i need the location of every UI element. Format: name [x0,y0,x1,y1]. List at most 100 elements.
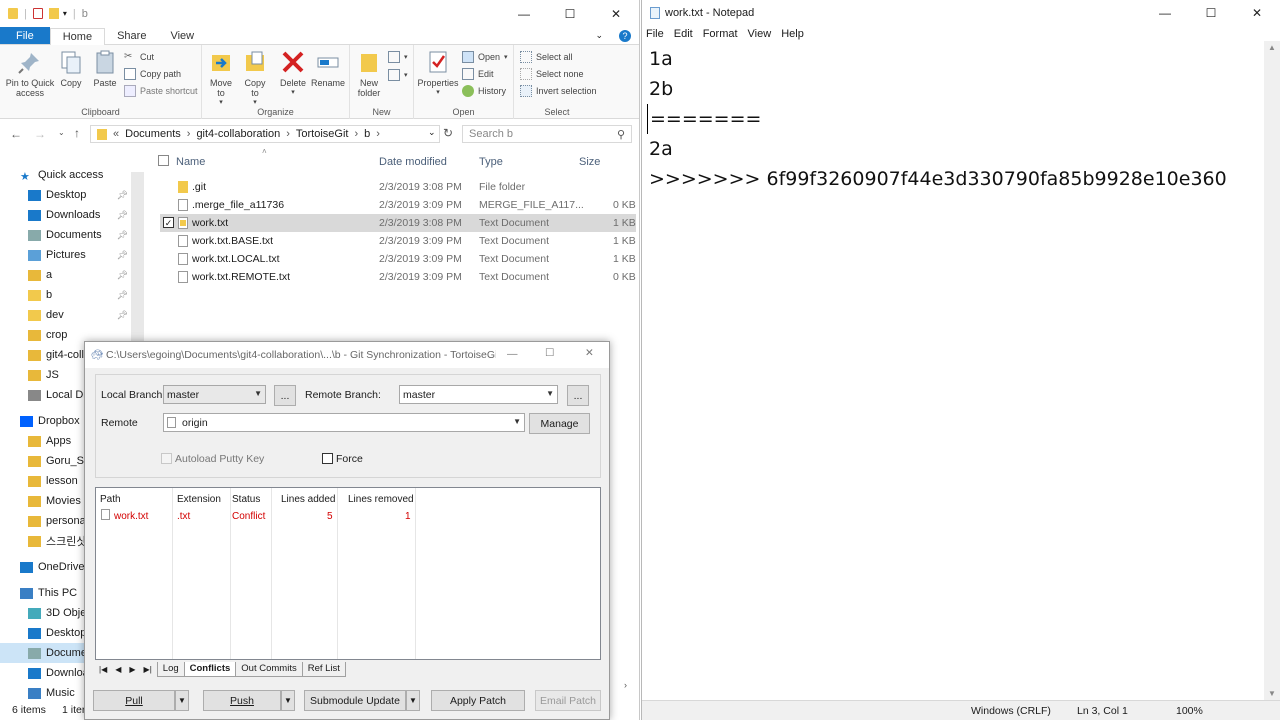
easy-access-button[interactable]: ▾ [388,69,408,81]
breadcrumb-tortoisegit[interactable]: TortoiseGit [296,128,349,140]
tab-next-icon[interactable]: ▶ [129,665,135,674]
new-folder-button[interactable]: New folder [354,49,384,98]
breadcrumb-git4-collaboration[interactable]: git4-collaboration [196,128,280,140]
nav-item[interactable]: Desktop 📌︎ [0,185,140,205]
push-dropdown-button[interactable]: ▼ [281,690,295,711]
back-button[interactable]: ← [10,127,22,141]
column-lines-removed[interactable]: Lines removed [348,494,414,505]
tab-home[interactable]: Home [49,28,106,45]
properties-icon[interactable] [32,8,43,19]
file-list-scrollbar[interactable]: › [624,680,627,690]
force-checkbox[interactable] [322,453,333,464]
nav-item[interactable]: Documents 📌︎ [0,225,140,245]
file-row[interactable]: work.txt.LOCAL.txt 2/3/2019 3:09 PM Text D… [160,250,636,268]
copy-button[interactable]: Copy [58,49,84,88]
column-date-modified[interactable]: Date modified [379,156,447,168]
close-button[interactable]: ✕ [1234,0,1280,26]
push-button[interactable]: Push [203,690,281,711]
menu-format[interactable]: Format [703,28,738,40]
help-icon[interactable]: ? [611,27,639,44]
refresh-icon[interactable]: ↻ [443,126,453,140]
properties-button[interactable]: Properties ▾ [416,49,460,98]
dialog-minimize-button[interactable]: — [507,348,518,360]
column-name[interactable]: Name [176,156,205,168]
breadcrumb-b[interactable]: b [364,128,370,140]
scroll-down-icon[interactable]: ▼ [1268,689,1276,698]
menu-help[interactable]: Help [781,28,804,40]
history-button[interactable]: History [462,85,506,97]
tab-log[interactable]: Log [156,661,185,677]
move-to-button[interactable]: Move to ▾ [206,49,236,108]
file-row[interactable]: .git 2/3/2019 3:08 PM File folder [160,178,636,196]
rename-button[interactable]: Rename [310,49,346,88]
file-row[interactable]: work.txt.BASE.txt 2/3/2019 3:09 PM Text Do… [160,232,636,250]
address-bar[interactable]: « Documents › git4-collaboration › Torto… [90,125,440,143]
manage-button[interactable]: Manage [529,413,590,434]
nav-item[interactable]: ★ Quick access [0,165,140,185]
nav-item[interactable]: a 📌︎ [0,265,140,285]
conflicts-list[interactable]: Path Extension Status Lines added Lines … [95,487,601,660]
pin-quick-access-button[interactable]: Pin to Quick access [4,49,56,98]
address-dropdown-icon[interactable]: ⌄ [428,127,436,138]
minimize-button[interactable]: — [1142,0,1188,26]
dialog-maximize-button[interactable]: ☐ [545,347,554,359]
tab-share[interactable]: Share [105,27,158,44]
minimize-button[interactable]: — [501,0,547,27]
remote-branch-browse-button[interactable]: ... [567,385,589,406]
apply-patch-button[interactable]: Apply Patch [431,690,525,711]
maximize-button[interactable]: ☐ [1188,0,1234,26]
delete-button[interactable]: Delete ▾ [278,49,308,98]
pull-dropdown-button[interactable]: ▼ [175,690,189,711]
maximize-button[interactable]: ☐ [547,0,593,27]
tab-last-icon[interactable]: ▶| [144,665,152,674]
nav-item[interactable]: Pictures 📌︎ [0,245,140,265]
local-branch-select[interactable]: master ▼ [163,385,266,404]
up-button[interactable]: ↑ [74,126,80,140]
pull-button[interactable]: Pull [93,690,175,711]
ribbon-expand-icon[interactable]: ⌄ [587,27,611,44]
paste-button[interactable]: Paste [90,49,120,88]
new-item-button[interactable]: ▾ [388,51,408,63]
close-button[interactable]: ✕ [593,0,639,27]
menu-edit[interactable]: Edit [674,28,693,40]
invert-selection-button[interactable]: Invert selection [520,85,597,97]
search-input[interactable]: Search b ⚲ [462,125,632,143]
remote-select[interactable]: origin ▼ [163,413,525,432]
nav-scrollbar[interactable] [131,172,144,342]
submodule-update-button[interactable]: Submodule Update [304,690,406,711]
forward-button[interactable]: → [34,127,46,141]
tab-file[interactable]: File [0,27,50,44]
file-row[interactable]: ✓ work.txt 2/3/2019 3:08 PM Text Document 1 … [160,214,636,232]
file-row[interactable]: work.txt.REMOTE.txt 2/3/2019 3:09 PM Text … [160,268,636,286]
tab-out-commits[interactable]: Out Commits [235,661,303,677]
column-status[interactable]: Status [232,494,260,505]
cut-button[interactable]: ✂ Cut [124,51,154,63]
tab-first-icon[interactable]: |◀ [99,665,107,674]
toolbar-dropdown-icon[interactable]: ▾ [63,9,67,18]
column-size[interactable]: Size [579,156,600,168]
file-row[interactable]: .merge_file_a11736 2/3/2019 3:09 PM MERGE_… [160,196,636,214]
nav-item[interactable]: b 📌︎ [0,285,140,305]
column-type[interactable]: Type [479,156,503,168]
select-all-checkbox[interactable] [158,155,169,166]
scroll-up-icon[interactable]: ▲ [1268,43,1276,52]
menu-view[interactable]: View [748,28,772,40]
menu-file[interactable]: File [646,28,664,40]
column-path[interactable]: Path [100,494,121,505]
conflict-path[interactable]: work.txt [114,511,148,522]
vertical-scrollbar[interactable]: ▲ ▼ [1264,41,1280,700]
copy-to-button[interactable]: Copy to ▾ [240,49,270,108]
copy-path-button[interactable]: Copy path [124,68,181,80]
recent-locations-icon[interactable]: ⌄ [58,128,65,137]
select-none-button[interactable]: Select none [520,68,584,80]
tab-prev-icon[interactable]: ◀ [115,665,121,674]
row-checkbox[interactable]: ✓ [163,217,174,228]
column-lines-added[interactable]: Lines added [281,494,336,505]
breadcrumb-documents[interactable]: Documents [125,128,181,140]
remote-branch-select[interactable]: master ▼ [399,385,558,404]
open-button[interactable]: Open ▾ [462,51,508,63]
select-all-button[interactable]: Select all [520,51,573,63]
text-editor[interactable]: 1a 2b ======= 2a >>>>>>> 6f99f3260907f44… [647,44,1262,698]
tab-ref-list[interactable]: Ref List [301,661,346,677]
submodule-dropdown-button[interactable]: ▼ [406,690,420,711]
